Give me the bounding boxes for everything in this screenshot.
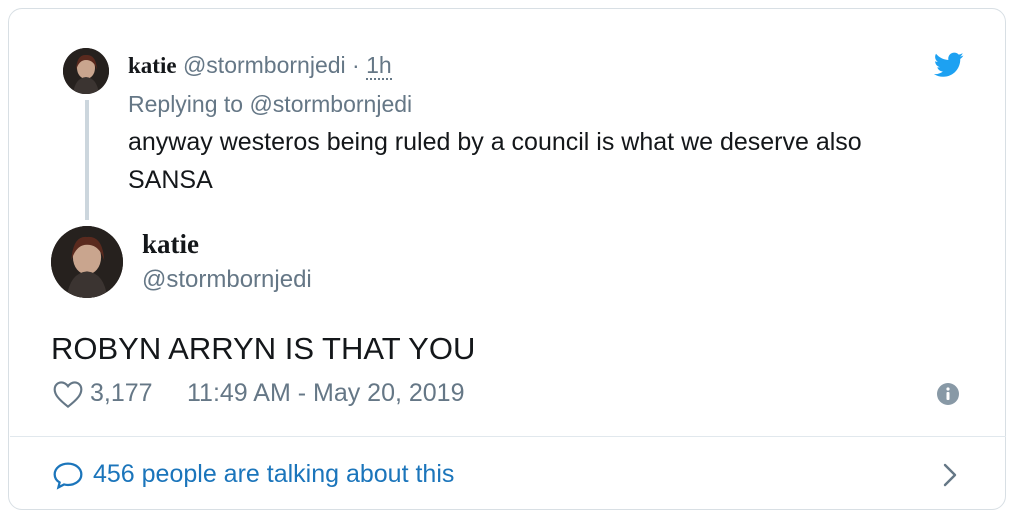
avatar[interactable] bbox=[51, 226, 123, 298]
quoted-text-line1: anyway westeros being ruled by a council… bbox=[128, 128, 862, 156]
author-handle[interactable]: @stormbornjedi bbox=[142, 264, 312, 296]
conversation-link[interactable]: 456 people are talking about this bbox=[93, 458, 454, 490]
thread-line bbox=[85, 100, 89, 220]
chevron-right-icon[interactable] bbox=[941, 461, 959, 489]
replying-to[interactable]: Replying to @stormbornjedi bbox=[128, 89, 412, 119]
quoted-header: katie @stormbornjedi · 1h bbox=[128, 50, 392, 80]
tweet-time[interactable]: 1h bbox=[366, 52, 392, 80]
twitter-bird-icon[interactable] bbox=[933, 52, 964, 78]
chat-bubble-icon[interactable] bbox=[52, 460, 84, 490]
author-handle[interactable]: @stormbornjedi bbox=[183, 52, 346, 78]
author-name[interactable]: katie bbox=[128, 53, 177, 78]
quoted-text-line2: SANSA bbox=[128, 166, 213, 194]
author-name[interactable]: katie bbox=[142, 228, 199, 260]
divider bbox=[10, 436, 1006, 437]
like-count[interactable]: 3,177 bbox=[90, 377, 153, 409]
heart-icon[interactable] bbox=[52, 379, 84, 409]
info-icon[interactable] bbox=[936, 382, 960, 406]
avatar[interactable] bbox=[63, 48, 109, 94]
dot-separator: · bbox=[352, 52, 360, 78]
tweet-text: ROBYN ARRYN IS THAT YOU bbox=[51, 331, 476, 366]
timestamp[interactable]: 11:49 AM - May 20, 2019 bbox=[187, 377, 464, 409]
